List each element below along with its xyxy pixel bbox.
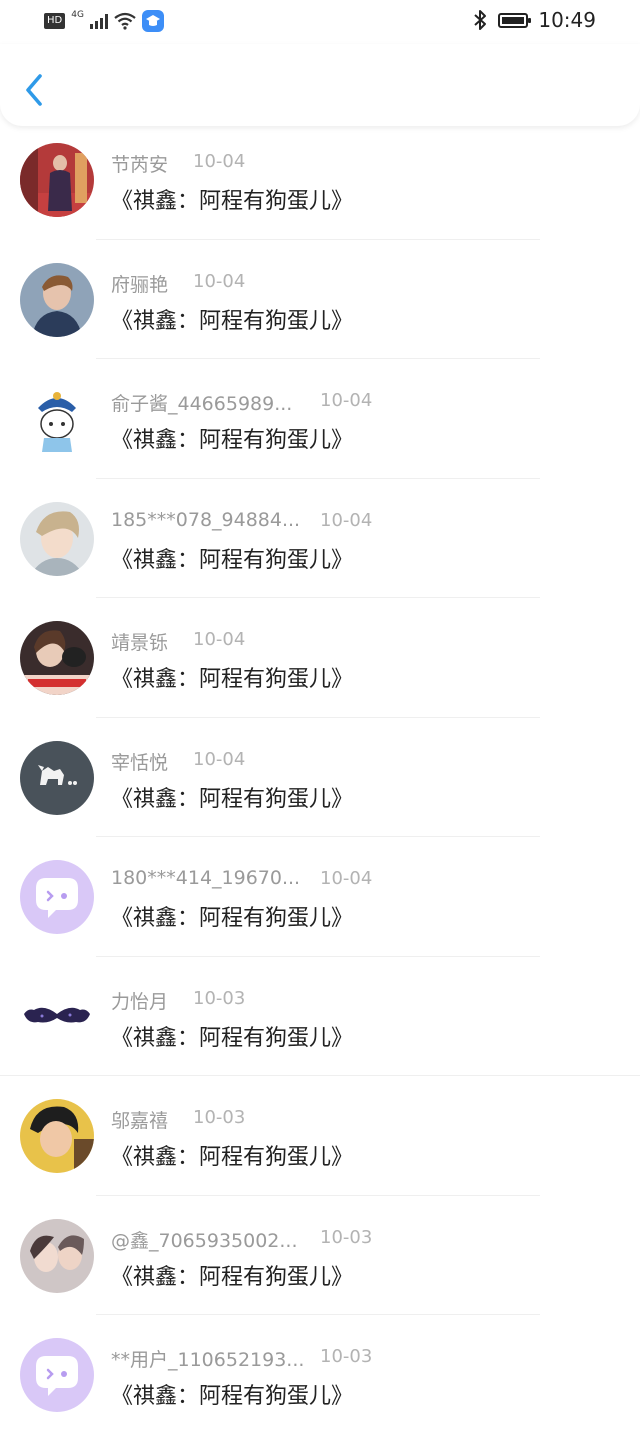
reader-date: 10-03 [320,1346,373,1367]
avatar[interactable] [20,143,94,217]
avatar[interactable] [20,740,94,815]
bluetooth-icon [474,10,487,30]
book-title: 《祺鑫：阿程有狗蛋儿》 [111,189,354,214]
book-title: 《祺鑫：阿程有狗蛋儿》 [111,1145,354,1170]
list-item[interactable]: 靖景铄 10-04 《祺鑫：阿程有狗蛋儿》 [0,598,640,718]
list-item[interactable]: 力怡月 10-03 《祺鑫：阿程有狗蛋儿》 [0,957,640,1076]
reader-name: 俞子酱_44665989... [111,393,293,415]
book-title: 《祺鑫：阿程有狗蛋儿》 [111,667,354,692]
clock: 10:49 [538,8,596,32]
wifi-icon [114,12,136,30]
reader-name: 185***078_94884... [111,508,301,531]
reader-date: 10-03 [193,987,246,1009]
list-item[interactable]: 180***414_19670... 10-04 《祺鑫：阿程有狗蛋儿》 [0,837,640,957]
book-title: 《祺鑫：阿程有狗蛋儿》 [111,308,354,334]
reader-date: 10-04 [193,748,246,770]
reader-name: **用户_110652193... [111,1349,305,1371]
list-item[interactable]: @鑫_7065935002... 10-03 《祺鑫：阿程有狗蛋儿》 [0,1196,640,1315]
reader-date: 10-04 [193,270,246,292]
avatar[interactable] [20,1218,94,1293]
reader-date: 10-03 [193,1107,246,1128]
reader-name: 宰恬悦 [111,751,169,774]
reader-name: 180***414_19670... [111,867,301,889]
reader-name: @鑫_7065935002... [111,1229,298,1252]
avatar[interactable] [20,262,94,337]
default-avatar[interactable] [20,1338,94,1412]
book-title: 《祺鑫：阿程有狗蛋儿》 [111,428,354,453]
list-item[interactable]: 节芮安 10-04 《祺鑫：阿程有狗蛋儿》 [0,120,640,240]
book-title: 《祺鑫：阿程有狗蛋儿》 [111,1264,354,1290]
book-title: 《祺鑫：阿程有狗蛋儿》 [111,1025,354,1051]
back-arrow-icon[interactable] [20,70,48,110]
hd-badge: HD [44,13,66,29]
status-left: HD 4G [44,10,164,32]
avatar[interactable] [20,1099,94,1173]
book-title: 《祺鑫：阿程有狗蛋儿》 [111,786,354,812]
reader-name: 府骊艳 [111,273,169,296]
reader-name: 靖景铄 [111,632,169,654]
reader-date: 10-04 [193,151,246,172]
reader-list: 节芮安 10-04 《祺鑫：阿程有狗蛋儿》 府骊艳 10-04 《祺鑫：阿程有狗… [0,120,640,1435]
book-title: 《祺鑫：阿程有狗蛋儿》 [111,906,354,931]
reader-date: 10-04 [320,390,373,411]
list-item[interactable]: 宰恬悦 10-04 《祺鑫：阿程有狗蛋儿》 [0,718,640,837]
list-item[interactable]: 邬嘉禧 10-03 《祺鑫：阿程有狗蛋儿》 [0,1076,640,1196]
reader-date: 10-04 [193,629,246,650]
avatar[interactable] [20,382,94,456]
list-item[interactable]: 府骊艳 10-04 《祺鑫：阿程有狗蛋儿》 [0,240,640,359]
reader-date: 10-04 [320,868,373,889]
list-item[interactable]: 俞子酱_44665989... 10-04 《祺鑫：阿程有狗蛋儿》 [0,359,640,479]
top-bar [0,44,640,126]
reader-date: 10-04 [320,509,373,531]
book-title: 《祺鑫：阿程有狗蛋儿》 [111,1384,354,1409]
status-right: 10:49 [472,8,596,32]
avatar[interactable] [20,501,94,576]
reader-name: 力怡月 [111,990,169,1013]
reader-name: 节芮安 [111,154,169,176]
avatar[interactable] [20,621,94,695]
signal-icon [89,13,108,29]
book-title: 《祺鑫：阿程有狗蛋儿》 [111,547,354,573]
education-app-icon [141,10,164,32]
default-avatar[interactable] [20,860,94,934]
list-item[interactable]: 185***078_94884... 10-04 《祺鑫：阿程有狗蛋儿》 [0,479,640,598]
reader-date: 10-03 [320,1226,373,1248]
status-bar: HD 4G 10:49 [0,0,640,44]
list-item[interactable]: **用户_110652193... 10-03 《祺鑫：阿程有狗蛋儿》 [0,1315,640,1435]
network-label: 4G [71,10,84,20]
reader-name: 邬嘉禧 [111,1110,169,1132]
battery-icon [498,12,532,28]
avatar[interactable] [20,979,94,1054]
